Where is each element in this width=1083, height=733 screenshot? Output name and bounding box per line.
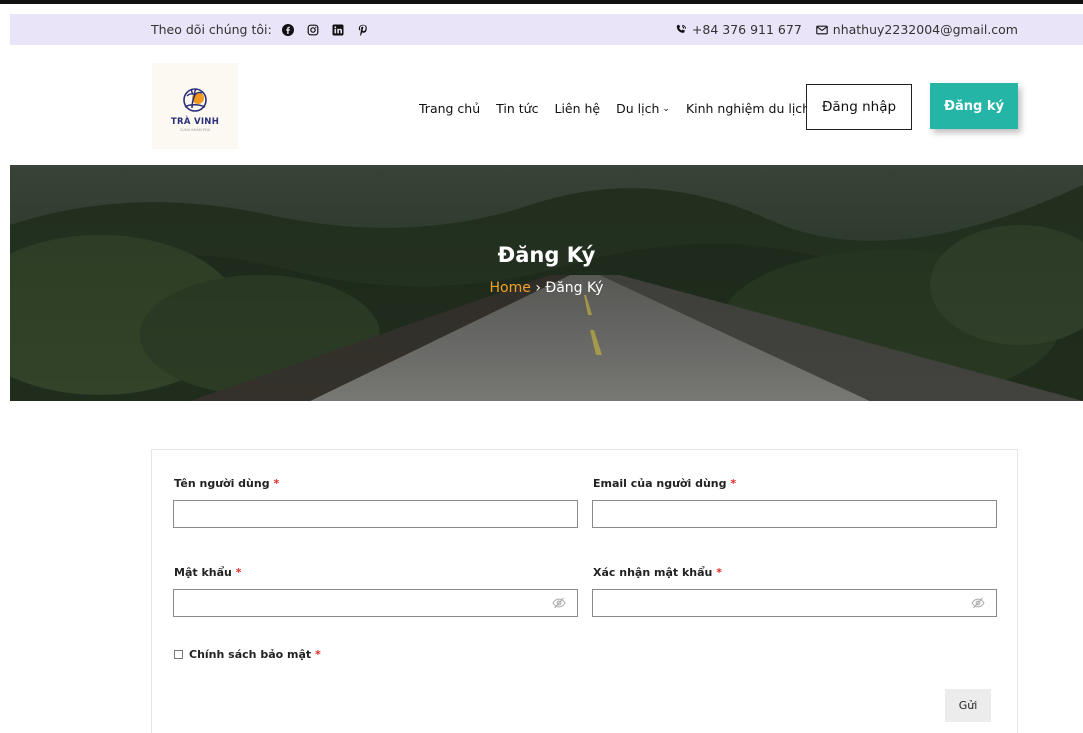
password-label: Mật khẩu * (174, 566, 242, 579)
hero-banner: Đăng Ký Home › Đăng Ký (10, 165, 1083, 401)
page-title: Đăng Ký (497, 243, 596, 267)
register-button[interactable]: Đăng ký (930, 83, 1018, 129)
nav-experience[interactable]: Kinh nghiệm du lịch (686, 101, 810, 116)
username-label: Tên người dùng * (174, 477, 280, 490)
email-label: Email của người dùng * (593, 477, 737, 490)
chevron-down-icon: ⌄ (662, 103, 670, 114)
nav-travel[interactable]: Du lịch ⌄ (616, 101, 670, 116)
privacy-label[interactable]: Chính sách bảo mật * (189, 648, 321, 661)
nav-contact[interactable]: Liên hệ (554, 101, 600, 116)
eye-slash-icon[interactable] (552, 596, 566, 610)
required-mark: * (716, 566, 722, 579)
password-input[interactable] (173, 589, 578, 617)
confirm-password-input[interactable] (592, 589, 997, 617)
facebook-icon[interactable] (281, 23, 294, 36)
follow-label: Theo dõi chúng tôi: (151, 22, 272, 37)
breadcrumb-separator: › (530, 280, 546, 296)
logo-brand-text: TRÀ VINH (170, 116, 220, 127)
site-logo[interactable]: TRÀ VINH CÙNG KHÁM PHÁ (152, 63, 238, 149)
logo-tagline: CÙNG KHÁM PHÁ (179, 127, 211, 132)
breadcrumb-current: Đăng Ký (545, 280, 604, 296)
required-mark: * (730, 477, 737, 490)
top-rule (0, 0, 1083, 6)
login-button[interactable]: Đăng nhập (806, 84, 912, 130)
site-header: TRÀ VINH CÙNG KHÁM PHÁ Trang chủ Tin tức… (0, 45, 1083, 165)
linkedin-icon[interactable] (332, 24, 344, 36)
required-mark: * (315, 648, 321, 661)
follow-us: Theo dõi chúng tôi: (151, 22, 382, 37)
nav-news[interactable]: Tin tức (496, 101, 538, 116)
contact-info: +84 376 911 677 nhathuy2232004@gmail.com (661, 22, 1018, 37)
email-input[interactable] (592, 500, 997, 528)
palm-sun-logo-icon (183, 87, 207, 112)
envelope-icon (816, 25, 828, 34)
email-address: nhathuy2232004@gmail.com (832, 22, 1018, 37)
phone-icon (676, 24, 687, 33)
privacy-checkbox[interactable] (174, 650, 183, 659)
required-mark: * (235, 566, 242, 579)
breadcrumb: Home › Đăng Ký (10, 280, 1083, 296)
breadcrumb-home-link[interactable]: Home (490, 280, 531, 296)
phone-link[interactable]: +84 376 911 677 (675, 22, 802, 37)
top-bar: Theo dõi chúng tôi: +84 376 911 677 nhat… (10, 14, 1083, 45)
phone-number: +84 376 911 677 (691, 22, 802, 37)
nav-home[interactable]: Trang chủ (419, 101, 480, 116)
required-mark: * (273, 477, 280, 490)
username-input[interactable] (173, 500, 578, 528)
register-form: Tên người dùng * Email của người dùng * … (151, 449, 1018, 733)
submit-button[interactable]: Gửi (945, 689, 991, 722)
nav-travel-label: Du lịch (616, 101, 660, 116)
instagram-icon[interactable] (307, 24, 319, 36)
confirm-password-label: Xác nhận mật khẩu * (593, 566, 722, 579)
pinterest-icon[interactable] (357, 24, 369, 36)
main-nav: Trang chủ Tin tức Liên hệ Du lịch ⌄ Kinh… (419, 101, 810, 116)
email-link[interactable]: nhathuy2232004@gmail.com (816, 22, 1018, 37)
eye-slash-icon[interactable] (971, 596, 985, 610)
